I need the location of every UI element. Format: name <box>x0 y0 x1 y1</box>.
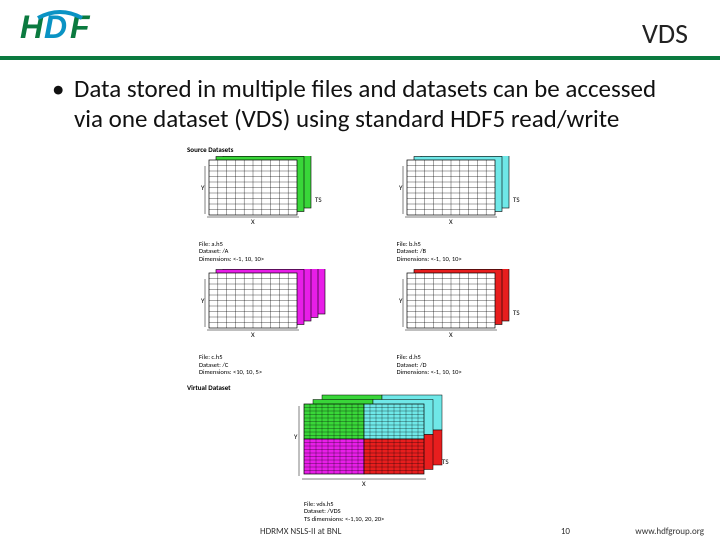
svg-text:Y: Y <box>399 183 403 192</box>
footer-page-number: 10 <box>561 526 570 537</box>
slide-header: H D F VDS <box>0 0 720 60</box>
block-d-dims: Dimensions: <-1, 10, 10> <box>397 369 561 376</box>
block-a: Y X TS File: a.h5 Dataset: /A Dimensions… <box>181 156 363 263</box>
svg-text:Y: Y <box>399 296 403 305</box>
svg-text:X: X <box>449 217 453 226</box>
footer-url: www.hdfgroup.org <box>635 526 704 537</box>
vds-diagram: Source Datasets <box>181 145 561 523</box>
virtual-dataset-label: Virtual Dataset <box>187 383 561 392</box>
axis-x: X <box>251 217 255 226</box>
block-c-dims: Dimensions: <10, 10, 5> <box>199 369 363 376</box>
block-d: Y X TS File: d.h5 Dataset: /D Dimensions… <box>379 269 561 376</box>
axis-y: Y <box>201 183 205 192</box>
svg-text:H: H <box>20 9 44 45</box>
svg-text:X: X <box>362 479 366 488</box>
block-b-dims: Dimensions: <-1, 10, 10> <box>397 256 561 263</box>
slide-body: Data stored in multiple files and datase… <box>0 60 720 523</box>
hdf-logo: H D F <box>20 8 120 53</box>
bullet-main: Data stored in multiple files and datase… <box>74 74 668 133</box>
svg-text:TS: TS <box>442 457 449 466</box>
block-b: Y X TS File: b.h5 Dataset: /B Dimensions… <box>379 156 561 263</box>
svg-text:X: X <box>251 330 255 339</box>
svg-text:TS: TS <box>513 308 520 317</box>
svg-text:Y: Y <box>294 432 298 441</box>
block-a-dims: Dimensions: <-1, 10, 10> <box>199 256 363 263</box>
axis-ts: TS <box>315 195 322 204</box>
svg-text:X: X <box>449 330 453 339</box>
svg-text:Y: Y <box>201 296 205 305</box>
source-datasets-label: Source Datasets <box>187 145 561 154</box>
svg-text:TS: TS <box>513 195 520 204</box>
block-vds: Y X TS File: vds.h5 Dataset: /VDS TS dim… <box>266 394 476 523</box>
footer-center: HDRMX NSLS-II at BNL <box>260 526 341 537</box>
slide-title: VDS <box>642 16 688 51</box>
block-c: Y X File: c.h5 Dataset: /C Dimensions: <… <box>181 269 363 376</box>
slide-footer: HDRMX NSLS-II at BNL 10 www.hdfgroup.org <box>0 522 720 540</box>
